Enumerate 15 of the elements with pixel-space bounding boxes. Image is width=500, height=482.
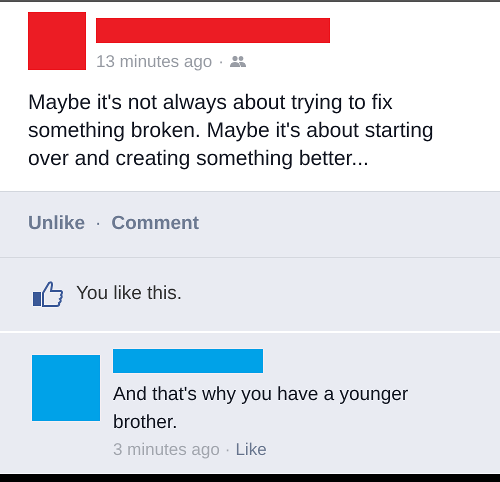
like-link[interactable]: Like: [235, 436, 267, 462]
redacted-avatar: [32, 354, 100, 420]
post-text: Maybe it's not always about trying to fix something broken. Maybe it's about starting over and creating something better...: [28, 90, 435, 172]
unlike-link[interactable]: Unlike: [28, 210, 86, 238]
post-time: 13 minutes ago: [96, 51, 212, 73]
comment-text: And that's why you have a younger brother.: [113, 382, 410, 434]
thumbs-up-icon: [32, 280, 64, 308]
comment-time: 3 minutes ago: [113, 438, 220, 460]
redacted-avatar: [28, 12, 86, 70]
separator-dot: ·: [218, 51, 224, 73]
separator-dot: ·: [224, 438, 230, 460]
likes-text: You like this.: [76, 282, 182, 306]
people-icon: [230, 55, 246, 68]
comment-link[interactable]: Comment: [111, 210, 199, 238]
separator-dot: ·: [95, 212, 102, 236]
